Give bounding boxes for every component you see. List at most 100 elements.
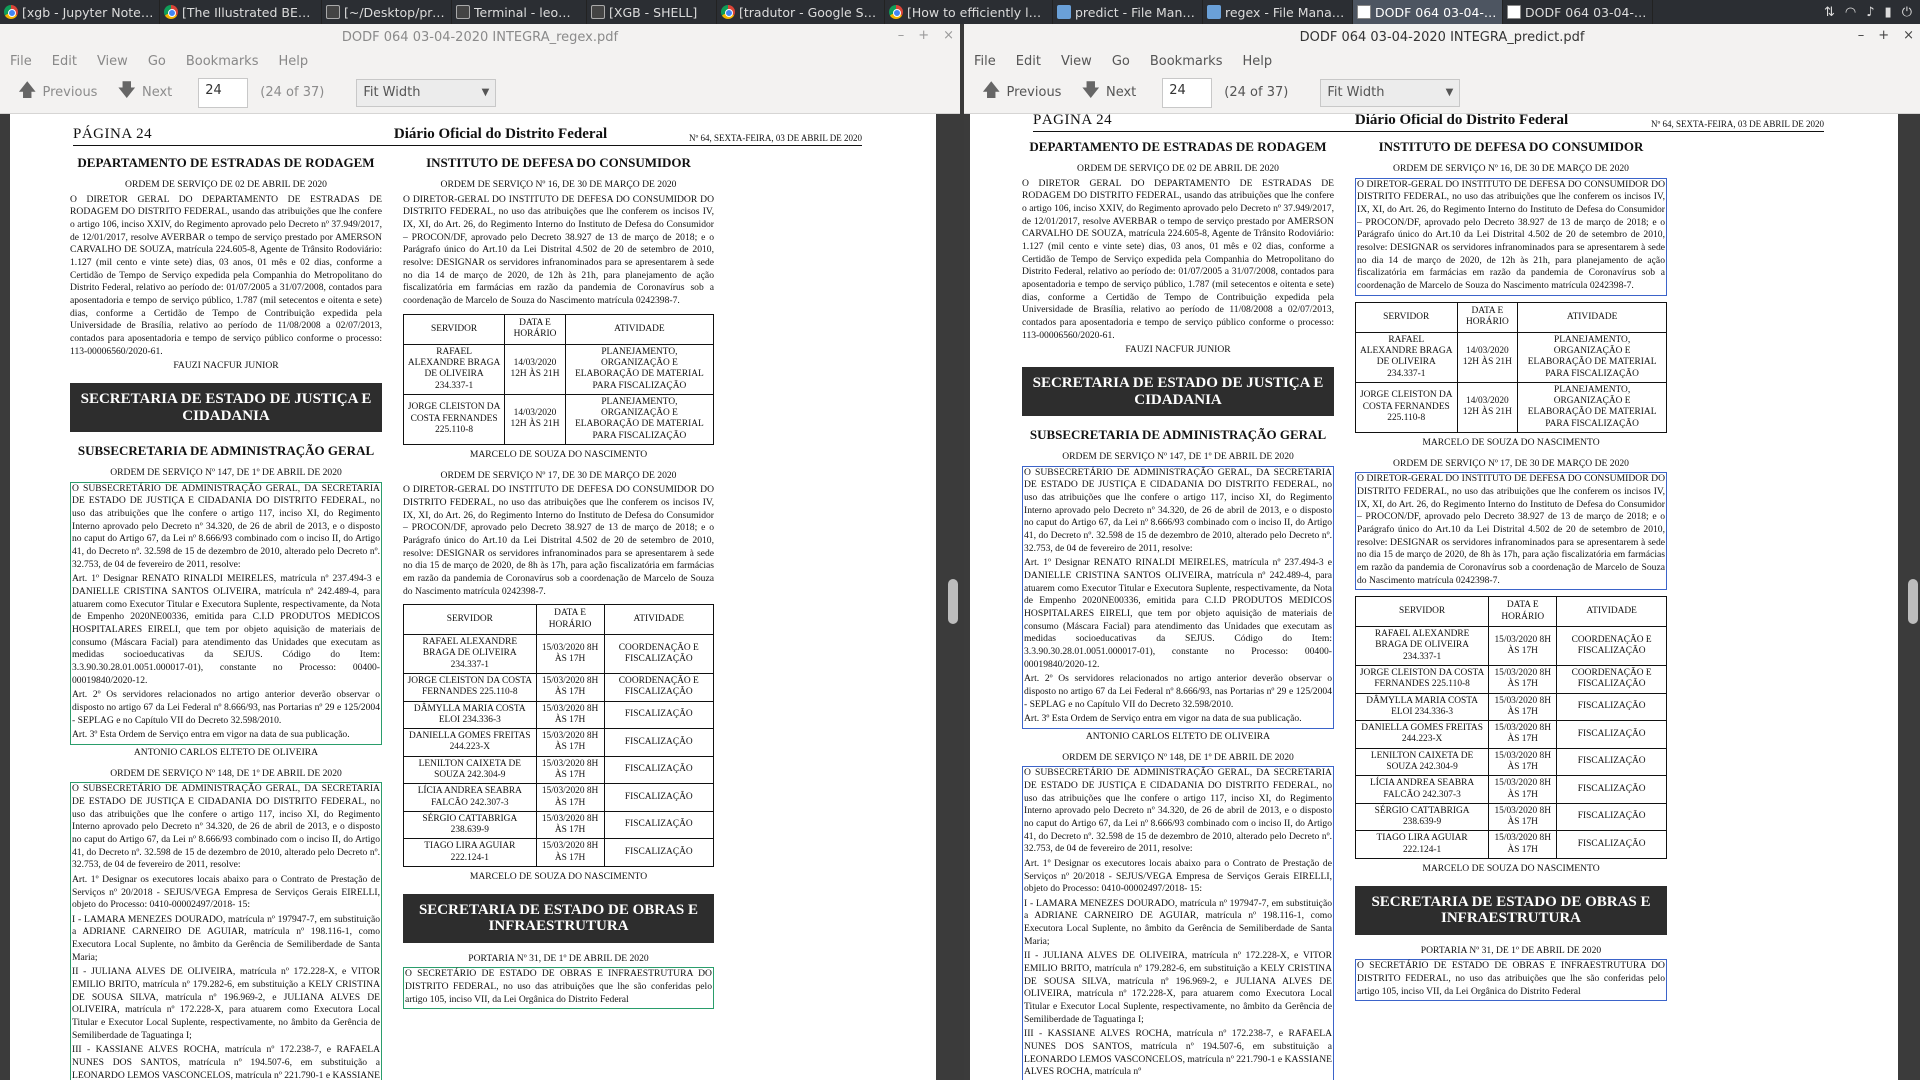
title-bar[interactable]: DODF 064 03-04-2020 INTEGRA_predict.pdf … (964, 24, 1920, 50)
paragraph: Art. 1º Designar RENATO RINALDI MEIRELES… (1024, 557, 1332, 670)
maximize-icon[interactable]: + (1878, 28, 1889, 43)
minimize-icon[interactable]: – (898, 28, 905, 43)
paragraph: I - LAMARA MENEZES DOURADO, matrícula nº… (72, 913, 380, 963)
taskbar-task[interactable]: [XGB - SHELL] (587, 0, 717, 24)
order-title: ORDEM DE SERVIÇO Nº 148, DE 1º DE ABRIL … (110, 767, 342, 779)
taskbar-task[interactable]: regex - File Manager (1203, 0, 1353, 24)
table-cell: FISCALIZAÇÃO (603, 728, 715, 757)
taskbar-task[interactable]: [The Illustrated BERT,... (160, 0, 322, 24)
page-label: PÁGINA 24 (73, 126, 153, 142)
table-cell: LENILTON CAIXETA DE SOUZA 242.304-9 (1354, 747, 1490, 777)
wifi-icon[interactable]: ◠ (1845, 5, 1856, 20)
taskbar-task-label: [xgb - Jupyter Noteb... (22, 4, 155, 20)
table-cell: FISCALIZAÇÃO (603, 810, 715, 840)
taskbar-task[interactable]: [~/Desktop/projeto-ia... (322, 0, 452, 24)
taskbar-task[interactable]: DODF 064 03-04-202... (1353, 0, 1503, 24)
menu-bookmarks[interactable]: Bookmarks (186, 54, 259, 69)
table-cell: COORDENAÇÃO E FISCALIZAÇÃO (603, 634, 715, 675)
taskbar-task[interactable]: [tradutor - Google Se... (717, 0, 885, 24)
zoom-select[interactable]: Fit Width ▼ (356, 78, 497, 107)
taskbar-task-label: predict - File Manager (1075, 4, 1198, 20)
paragraph: III - KASSIANE ALVES ROCHA, matrícula nº… (1024, 1028, 1332, 1078)
document-viewport[interactable]: PÁGINA 24 Diário Oficial do Distrito Fed… (0, 114, 960, 1080)
vertical-scrollbar[interactable] (1908, 579, 1918, 624)
taskbar-task[interactable]: [How to efficiently loo... (885, 0, 1053, 24)
prediction-box: O SUBSECRETÁRIO DE ADMINISTRAÇÃO GERAL, … (1022, 766, 1334, 1080)
maximize-icon[interactable]: + (918, 28, 929, 43)
table-cell: DÂMYLLA MARIA COSTA ELOI 234.336-3 (403, 700, 537, 730)
paragraph: I - LAMARA MENEZES DOURADO, matrícula nº… (1024, 897, 1332, 947)
chevron-down-icon: ▼ (481, 87, 490, 98)
table-cell: RAFAEL ALEXANDRE BRAGA DE OLIVEIRA 234.3… (1355, 331, 1458, 383)
volume-icon[interactable]: ♪ (1866, 5, 1874, 20)
table-cell: 15/03/2020 8H ÀS 17H (1488, 626, 1558, 667)
menu-help[interactable]: Help (278, 54, 308, 69)
menu-view[interactable]: View (1061, 54, 1092, 69)
table-cell: COORDENAÇÃO E FISCALIZAÇÃO (1556, 626, 1667, 667)
taskbar-task[interactable]: [xgb - Jupyter Noteb... (0, 0, 160, 24)
network-icon[interactable]: ⇅ (1824, 5, 1835, 20)
toolbar: 🡅 Previous 🡇 Next 24 (24 of 37) Fit Widt… (0, 72, 960, 114)
minimize-icon[interactable]: – (1858, 28, 1865, 43)
journal-title: Diário Oficial do Distrito Federal (393, 126, 608, 142)
battery-icon[interactable]: ▮ (1885, 5, 1892, 20)
vertical-scrollbar[interactable] (948, 579, 958, 624)
menu-edit[interactable]: Edit (52, 54, 77, 69)
document-viewport[interactable]: PÁGINA 24 Diário Oficial do Distrito Fed… (964, 114, 1920, 1080)
menu-bookmarks[interactable]: Bookmarks (1150, 54, 1223, 69)
previous-button[interactable]: 🡅 Previous (976, 74, 1067, 112)
close-icon[interactable]: × (943, 28, 954, 43)
table-cell: 15/03/2020 8H ÀS 17H (535, 728, 605, 757)
close-icon[interactable]: × (1903, 28, 1914, 43)
taskbar-task[interactable]: Terminal - leomaffei... (452, 0, 587, 24)
next-button[interactable]: 🡇 Next (1075, 74, 1142, 112)
regex-match-box: O SECRETÁRIO DE ESTADO DE OBRAS E INFRAE… (403, 967, 714, 1010)
taskbar-task[interactable]: predict - File Manager (1053, 0, 1203, 24)
pdf-viewer-window-predict: DODF 064 03-04-2020 INTEGRA_predict.pdf … (964, 24, 1920, 1080)
chevron-down-icon: ▼ (1445, 87, 1454, 98)
power-icon[interactable]: ⏻ (1902, 5, 1912, 20)
taskbar-task[interactable]: DODF 064 03-04-202... (1503, 0, 1653, 24)
table-cell: FISCALIZAÇÃO (1556, 720, 1667, 749)
term-icon (326, 5, 340, 19)
zoom-select[interactable]: Fit Width ▼ (1320, 78, 1461, 107)
page-number-input[interactable]: 24 (198, 77, 249, 108)
paragraph: Art. 3º Esta Ordem de Serviço entra em v… (1024, 713, 1302, 725)
table-cell: DÂMYLLA MARIA COSTA ELOI 234.336-3 (1354, 692, 1490, 722)
table-cell: RAFAEL ALEXANDRE BRAGA DE OLIVEIRA 234.3… (402, 343, 506, 395)
page-header: PÁGINA 24 Diário Oficial do Distrito Fed… (73, 126, 862, 146)
next-button[interactable]: 🡇 Next (111, 74, 178, 112)
table-cell: RAFAEL ALEXANDRE BRAGA DE OLIVEIRA 234.3… (1354, 626, 1490, 667)
table-header: DATA E HORÁRIO (1488, 596, 1558, 628)
menu-help[interactable]: Help (1242, 54, 1272, 69)
table-cell: FISCALIZAÇÃO (603, 783, 715, 812)
prediction-box: O SECRETÁRIO DE ESTADO DE OBRAS E INFRAE… (1355, 959, 1667, 1002)
taskbar-task-label: [tradutor - Google Se... (739, 4, 880, 20)
menu-file[interactable]: File (10, 54, 32, 69)
table-cell: JORGE CLEISTON DA COSTA FERNANDES 225.11… (403, 673, 537, 702)
table-header: ATIVIDADE (603, 604, 715, 636)
table-cell: DANIELLA GOMES FREITAS 244.223-X (1354, 720, 1490, 749)
menu-view[interactable]: View (97, 54, 128, 69)
toolbar: 🡅 Previous 🡇 Next 24 (24 of 37) Fit Widt… (964, 72, 1920, 114)
order-title: ORDEM DE SERVIÇO Nº 147, DE 1º DE ABRIL … (110, 467, 342, 479)
menu-edit[interactable]: Edit (1016, 54, 1041, 69)
page-number-input[interactable]: 24 (1162, 77, 1213, 108)
previous-button[interactable]: 🡅 Previous (12, 74, 103, 112)
pdf-viewer-window-regex: DODF 064 03-04-2020 INTEGRA_regex.pdf – … (0, 24, 960, 1080)
arrow-down-icon: 🡇 (117, 79, 136, 101)
menu-file[interactable]: File (974, 54, 996, 69)
menu-go[interactable]: Go (1112, 54, 1130, 69)
title-bar[interactable]: DODF 064 03-04-2020 INTEGRA_regex.pdf – … (0, 24, 960, 50)
table-row: LENILTON CAIXETA DE SOUZA 242.304-9 15/03… (403, 755, 715, 785)
paragraph: O SUBSECRETÁRIO DE ADMINISTRAÇÃO GERAL, … (1024, 466, 1332, 554)
section-title: INSTITUTO DE DEFESA DO CONSUMIDOR (1378, 139, 1644, 154)
zoom-value: Fit Width (1327, 85, 1385, 100)
menu-bar: File Edit View Go Bookmarks Help (964, 50, 1920, 72)
servidores-table: SERVIDOR DATA E HORÁRIO ATIVIDADE RAFAEL… (1354, 596, 1667, 859)
table-row: RAFAEL ALEXANDRE BRAGA DE OLIVEIRA 234.3… (1354, 626, 1667, 667)
menu-go[interactable]: Go (148, 54, 166, 69)
doc-icon (1507, 5, 1521, 19)
chrome-icon (889, 5, 903, 19)
order-title: ORDEM DE SERVIÇO Nº 16, DE 30 DE MARÇO D… (1393, 163, 1629, 175)
